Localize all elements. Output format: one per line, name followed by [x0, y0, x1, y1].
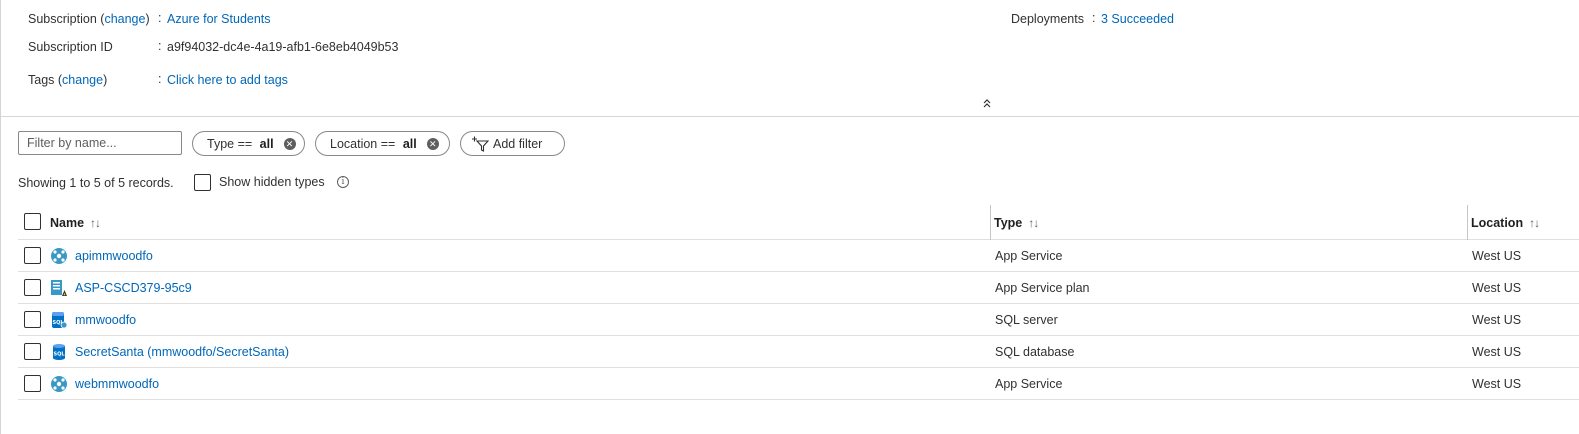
row-checkbox[interactable] [24, 247, 41, 264]
subscription-id-row: Subscription ID [28, 38, 113, 56]
deployments-link[interactable]: 3 Succeeded [1101, 10, 1174, 28]
row-checkbox[interactable] [24, 279, 41, 296]
resource-group-overview: Subscription (change) : Azure for Studen… [0, 0, 1579, 434]
sort-icon: ↑↓ [1028, 215, 1039, 230]
subscription-row: Subscription (change) [28, 10, 150, 28]
resource-type: App Service plan [995, 280, 1090, 295]
sort-icon: ↑↓ [90, 215, 101, 230]
colon: : [158, 72, 162, 86]
tags-row: Tags (change) [28, 71, 107, 89]
svg-text:SQL: SQL [53, 352, 65, 358]
add-filter-icon [472, 136, 489, 152]
tags-label: Tags [28, 73, 55, 87]
table-row[interactable]: SQL mmwoodfo SQL server West US [18, 304, 1579, 336]
resource-name-link[interactable]: mmwoodfo [75, 304, 136, 335]
table-row[interactable]: SQL SecretSanta (mmwoodfo/SecretSanta) S… [18, 336, 1579, 368]
column-divider[interactable] [990, 205, 991, 240]
resource-location: West US [1472, 280, 1522, 295]
resource-type: SQL server [995, 312, 1058, 327]
app-service-plan-icon [51, 280, 67, 296]
column-divider[interactable] [1467, 205, 1468, 240]
column-type-label: Type [994, 215, 1023, 230]
subscription-id-value: a9f94032-dc4e-4a19-afb1-6e8eb4049b53 [167, 40, 399, 54]
column-name-label: Name [50, 215, 85, 230]
row-checkbox[interactable] [24, 311, 41, 328]
resource-location: West US [1472, 344, 1522, 359]
subscription-change-link[interactable]: change [104, 12, 145, 26]
info-icon[interactable]: i [337, 176, 349, 188]
resource-name-link[interactable]: webmmwoodfo [75, 368, 159, 399]
subscription-id-label: Subscription ID [28, 40, 113, 54]
column-header-name[interactable]: Name ↑↓ [50, 205, 101, 240]
tags-change-link[interactable]: change [62, 73, 103, 87]
colon: : [158, 11, 162, 25]
subscription-value-link[interactable]: Azure for Students [167, 10, 271, 28]
paren-open: ( [96, 12, 105, 26]
type-filter-value: all [259, 136, 274, 151]
resource-name-link[interactable]: apimmwoodfo [75, 240, 153, 271]
app-service-icon [51, 376, 67, 392]
location-filter-pill[interactable]: Location == all ✕ [315, 131, 450, 156]
show-hidden-types-label: Show hidden types [219, 175, 325, 189]
show-hidden-types-checkbox[interactable] [194, 174, 211, 191]
add-filter-button[interactable]: Add filter [460, 131, 565, 156]
resource-location: West US [1472, 312, 1522, 327]
add-filter-label: Add filter [493, 136, 543, 151]
column-header-location[interactable]: Location ↑↓ [1471, 205, 1540, 240]
table-row[interactable]: apimmwoodfo App Service West US [18, 240, 1579, 272]
remove-filter-icon[interactable]: ✕ [283, 137, 296, 150]
row-checkbox[interactable] [24, 375, 41, 392]
collapse-essentials-button[interactable] [980, 96, 994, 110]
paren-close: ) [145, 12, 150, 26]
row-checkbox[interactable] [24, 343, 41, 360]
sql-database-icon: SQL [53, 344, 65, 360]
table-row[interactable]: ASP-CSCD379-95c9 App Service plan West U… [18, 272, 1579, 304]
filter-by-name-input[interactable] [18, 131, 182, 155]
double-chevron-up-icon [983, 99, 991, 108]
resource-location: West US [1472, 248, 1522, 263]
sql-server-icon: SQL [52, 312, 68, 329]
table-row[interactable]: webmmwoodfo App Service West US [18, 368, 1579, 400]
resource-type: App Service [995, 248, 1063, 263]
resource-location: West US [1472, 376, 1522, 391]
type-filter-pill[interactable]: Type == all ✕ [192, 131, 305, 156]
add-tags-link[interactable]: Click here to add tags [167, 71, 288, 89]
records-count: Showing 1 to 5 of 5 records. [18, 176, 174, 190]
resource-type: SQL database [995, 344, 1075, 359]
sort-icon: ↑↓ [1529, 215, 1540, 230]
subscription-label: Subscription [28, 12, 97, 26]
location-filter-prefix: Location == [330, 136, 399, 151]
app-service-icon [51, 248, 67, 264]
paren-close: ) [103, 73, 108, 87]
remove-filter-icon[interactable]: ✕ [426, 137, 439, 150]
colon: : [1092, 11, 1096, 25]
essentials-panel: Subscription (change) : Azure for Studen… [1, 0, 1579, 117]
deployments-label: Deployments [1011, 12, 1084, 26]
resource-name-link[interactable]: ASP-CSCD379-95c9 [75, 272, 192, 303]
resource-type: App Service [995, 376, 1063, 391]
paren-open: ( [54, 73, 63, 87]
location-filter-value: all [402, 136, 417, 151]
column-location-label: Location [1471, 215, 1524, 230]
colon: : [158, 39, 162, 53]
column-header-type[interactable]: Type ↑↓ [994, 205, 1039, 240]
select-all-checkbox[interactable] [24, 213, 41, 230]
type-filter-prefix: Type == [207, 136, 256, 151]
table-header: Name ↑↓ Type ↑↓ Location ↑↓ [18, 205, 1579, 240]
resource-name-link[interactable]: SecretSanta (mmwoodfo/SecretSanta) [75, 336, 289, 367]
